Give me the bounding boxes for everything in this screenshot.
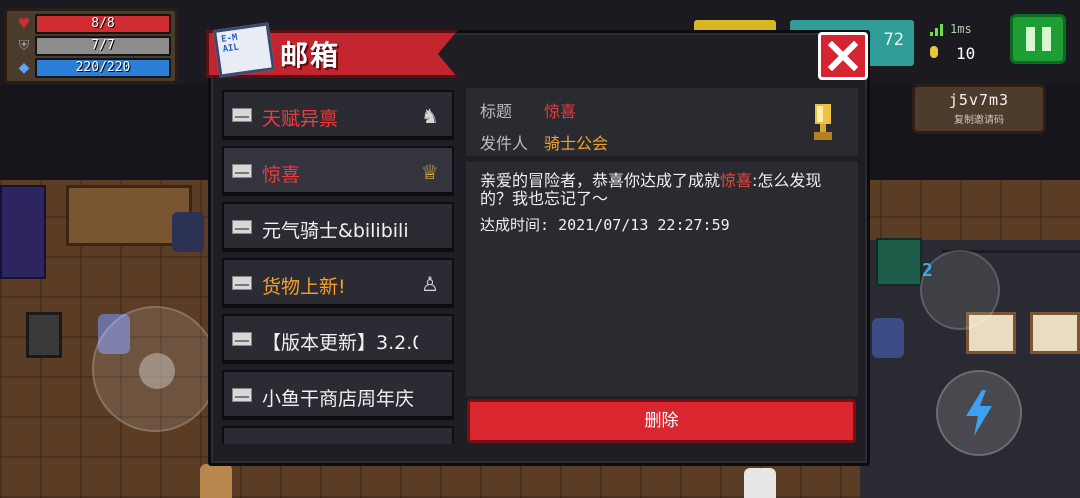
coin-icon bbox=[930, 46, 938, 58]
envelope-icon bbox=[232, 388, 252, 402]
mail-item-title: 天赋异禀 bbox=[262, 108, 339, 130]
mail-list-item[interactable]: 惊喜 ♕ bbox=[222, 146, 454, 196]
envelope-icon bbox=[232, 332, 252, 346]
ping-text: 1ms bbox=[950, 22, 972, 36]
merchant-icon: ♙ bbox=[418, 438, 442, 444]
mail-item-title: 惊喜 bbox=[262, 164, 301, 186]
pause-icon-bar bbox=[1041, 27, 1051, 51]
envelope-icon bbox=[232, 220, 252, 234]
invite-label: 复制邀请码 bbox=[954, 115, 1004, 126]
copy-invite-code-button[interactable]: j5v7m3 复制邀请码 bbox=[912, 84, 1046, 134]
mail-body: 亲爱的冒险者，恭喜你达成了成就惊喜:怎么发现的？我也忘记了～ 达成时间: 202… bbox=[466, 162, 858, 396]
computer-terminal bbox=[26, 312, 62, 358]
mail-item-title: 元气骑士&bilibili bbox=[262, 220, 409, 242]
skill-button[interactable] bbox=[936, 370, 1022, 456]
heart-icon: ♥ bbox=[17, 16, 31, 32]
mail-item-title: 货物上新! bbox=[262, 440, 418, 444]
armor-bar: 7/7 bbox=[35, 36, 171, 56]
subject-value: 惊喜 bbox=[544, 102, 577, 121]
mail-list-item[interactable]: 小鱼干商店周年庆 bbox=[222, 370, 454, 420]
mail-list[interactable]: 天赋异禀 ♞ 惊喜 ♕ 元气骑士&bilibili 货物上新! ♙ 【版本更新】3.2.0 小鱼… bbox=[218, 88, 458, 444]
mail-header: E-M AIL 邮箱 bbox=[206, 22, 464, 80]
hp-bar: 8/8 bbox=[35, 14, 171, 34]
close-button[interactable] bbox=[818, 32, 868, 80]
envelope-icon bbox=[232, 164, 252, 178]
time-label: 达成时间: bbox=[480, 216, 550, 234]
mail-body-text: 亲爱的冒险者，恭喜你达成了成就惊喜:怎么发现的？我也忘记了～ bbox=[480, 172, 850, 208]
shield-icon: ⛨ bbox=[18, 38, 30, 54]
vending-shelf bbox=[0, 185, 46, 279]
energy-row: ◆ 220/220 bbox=[13, 58, 171, 78]
mail-title: 邮箱 bbox=[280, 39, 341, 72]
achievement-time: 达成时间: 2021/07/13 22:27:59 bbox=[480, 214, 730, 235]
swap-count: 2 bbox=[922, 260, 933, 281]
mail-list-item[interactable]: 天赋异禀 ♞ bbox=[222, 90, 454, 140]
armor-text: 7/7 bbox=[91, 38, 115, 53]
npc-goblin bbox=[200, 464, 232, 498]
network-status: 1ms 10 bbox=[922, 18, 1002, 68]
npc-white-creature bbox=[744, 468, 776, 498]
hp-text: 8/8 bbox=[91, 16, 115, 31]
movement-joystick[interactable] bbox=[92, 306, 218, 432]
time-value: 2021/07/13 22:27:59 bbox=[558, 216, 730, 234]
mail-item-title: 货物上新! bbox=[262, 276, 346, 298]
mail-item-title: 小鱼干商店周年庆 bbox=[262, 388, 415, 410]
mail-detail-header: 标题 惊喜 发件人 骑士公会 bbox=[466, 88, 858, 156]
achievement-name: 惊喜 bbox=[720, 171, 753, 190]
mail-item-title: 【版本更新】3.2.0 bbox=[262, 332, 418, 354]
pause-button[interactable] bbox=[1010, 14, 1066, 64]
envelope-icon bbox=[232, 276, 252, 290]
trophy-icon bbox=[814, 104, 832, 140]
energy-diamond-icon: ◆ bbox=[18, 60, 30, 76]
joystick-knob[interactable] bbox=[139, 353, 175, 389]
signal-icon bbox=[930, 24, 944, 36]
energy-text: 220/220 bbox=[75, 60, 131, 75]
close-icon bbox=[828, 41, 858, 71]
energy-bar: 220/220 bbox=[35, 58, 171, 78]
sender-label: 发件人 bbox=[480, 134, 529, 153]
character-icon: ♞ bbox=[421, 104, 439, 128]
trophy-icon: ♕ bbox=[421, 160, 439, 184]
weapon-swap-button[interactable]: 2 bbox=[920, 250, 1000, 330]
pause-icon bbox=[1025, 27, 1035, 51]
invite-code: j5v7m3 bbox=[948, 91, 1010, 109]
sender-value: 骑士公会 bbox=[544, 134, 609, 153]
storage-box bbox=[876, 238, 922, 286]
mail-list-item[interactable]: 货物上新!♙ bbox=[222, 426, 454, 444]
player-stats-panel: ♥ 8/8 ⛨ 7/7 ◆ 220/220 bbox=[4, 8, 178, 84]
mail-list-item[interactable]: 货物上新! ♙ bbox=[222, 258, 454, 308]
armor-row: ⛨ 7/7 bbox=[13, 36, 171, 56]
lightning-icon bbox=[966, 390, 992, 436]
email-icon: E-M AIL bbox=[212, 22, 276, 78]
notice-board-2 bbox=[1030, 312, 1080, 354]
envelope-icon bbox=[232, 108, 252, 122]
body-text-before: 亲爱的冒险者，恭喜你达成了成就 bbox=[480, 171, 721, 190]
merchant-icon: ♙ bbox=[421, 272, 439, 296]
coin-count: 10 bbox=[956, 44, 976, 63]
subject-label: 标题 bbox=[480, 102, 513, 121]
email-icon-text: E-M AIL bbox=[220, 32, 240, 55]
mail-list-item[interactable]: 【版本更新】3.2.0 bbox=[222, 314, 454, 364]
npc-officer bbox=[872, 318, 904, 358]
mail-list-item[interactable]: 元气骑士&bilibili bbox=[222, 202, 454, 252]
delete-button[interactable]: 删除 bbox=[467, 399, 856, 443]
hp-row: ♥ 8/8 bbox=[13, 14, 171, 34]
npc-wizard bbox=[172, 212, 204, 252]
delete-label: 删除 bbox=[644, 411, 679, 431]
gem-count: 72 bbox=[883, 30, 904, 50]
